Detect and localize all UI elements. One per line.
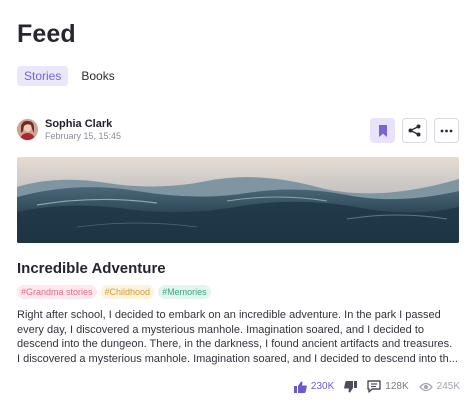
bookmark-icon [378,124,387,137]
views-counter: 245K [418,381,460,392]
feed-tabs: Stories Books [17,66,122,86]
share-button[interactable] [402,118,427,143]
dislike-button[interactable] [344,380,358,393]
views-count: 245K [436,381,460,392]
comments-button[interactable]: 128K [367,380,409,393]
excerpt-line: I discovered a mysterious manhole. Imagi… [17,352,458,365]
comments-icon [367,380,381,393]
page-title: Feed [17,20,76,48]
post-stats: 230K 128K 245K [293,380,460,393]
post-date: February 15, 15:45 [45,131,122,142]
comments-count: 128K [385,381,409,392]
more-horizontal-icon [440,129,453,132]
like-button[interactable]: 230K [293,381,335,393]
like-count: 230K [310,381,335,392]
thumbs-down-icon [344,380,358,392]
eye-icon [418,382,433,391]
thumbs-up-icon [293,381,307,393]
post-author[interactable]: Sophia Clark February 15, 15:45 [17,118,121,142]
post-cover-image[interactable] [17,157,459,243]
avatar[interactable] [17,119,38,141]
share-icon [408,124,421,137]
post-title[interactable]: Incredible Adventure [17,260,166,277]
post-actions [370,118,459,143]
excerpt-line: every day, I discovered a mysterious man… [17,323,425,336]
post-tags: #Grandma stories #Childhood #Memories [17,285,211,299]
bookmark-button[interactable] [370,118,395,143]
excerpt-line: Right after school, I decided to embark … [17,309,441,321]
author-name[interactable]: Sophia Clark [45,118,121,131]
tag-grandma-stories[interactable]: #Grandma stories [17,285,97,299]
excerpt-line: descend into the dungeon. There, in the … [17,338,453,350]
post-excerpt: Right after school, I decided to embark … [17,308,461,366]
tag-childhood[interactable]: #Childhood [100,285,155,299]
tab-stories[interactable]: Stories [17,66,69,86]
tab-books[interactable]: Books [74,66,121,86]
tag-memories[interactable]: #Memories [158,285,211,299]
more-button[interactable] [434,118,459,143]
